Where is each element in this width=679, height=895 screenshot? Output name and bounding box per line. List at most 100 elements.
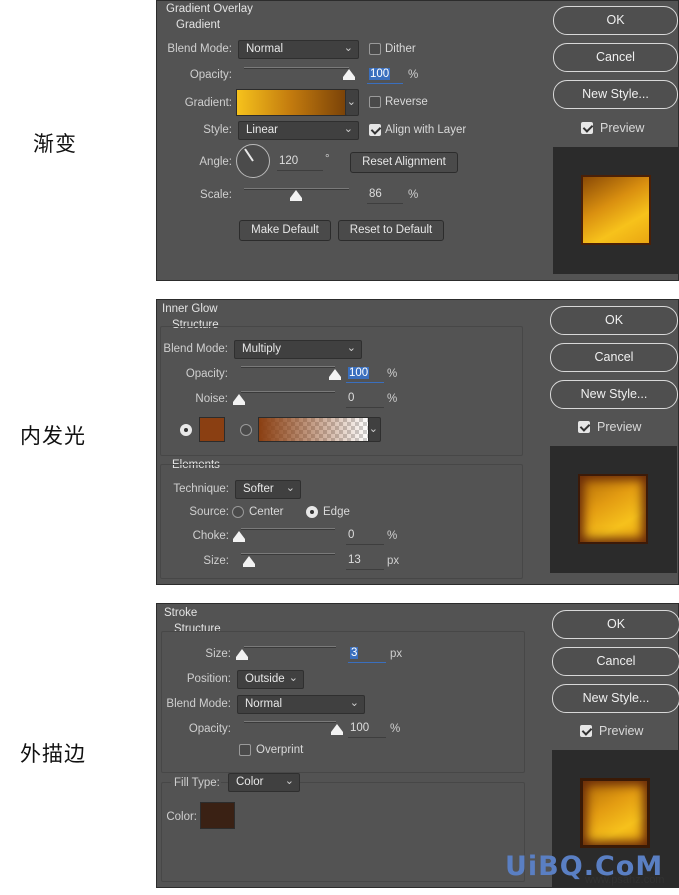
preview-checkbox[interactable] <box>578 421 590 433</box>
fill-type-select[interactable]: Color ⌄ <box>228 773 300 792</box>
technique-label: Technique: <box>173 483 229 495</box>
blend-mode-value: Multiply <box>242 343 281 355</box>
opacity-slider-track[interactable] <box>241 366 335 368</box>
panel-title: Gradient Overlay <box>166 3 253 15</box>
ok-button[interactable]: OK <box>550 306 678 335</box>
opacity-slider-track[interactable] <box>244 721 336 723</box>
glow-color-swatch[interactable] <box>199 417 225 442</box>
overprint-label: Overprint <box>256 744 304 756</box>
size-input[interactable]: 13 <box>346 552 384 570</box>
preview-checkbox[interactable] <box>580 725 592 737</box>
opacity-input[interactable]: 100 <box>367 66 403 84</box>
reset-alignment-button[interactable]: Reset Alignment <box>350 152 458 173</box>
angle-dial[interactable] <box>236 144 270 178</box>
noise-input[interactable]: 0 <box>346 390 384 408</box>
blend-mode-label: Blend Mode: <box>166 698 231 710</box>
chevron-down-icon: ⌄ <box>346 96 356 108</box>
edge-radio[interactable] <box>306 506 318 518</box>
opacity-slider-track[interactable] <box>244 67 349 69</box>
gradient-swatch[interactable] <box>236 89 347 116</box>
label-inner-glow-cn: 内发光 <box>20 424 86 448</box>
position-select[interactable]: Outside ⌄ <box>237 670 304 689</box>
cancel-button[interactable]: Cancel <box>550 343 678 372</box>
stroke-color-swatch[interactable] <box>200 802 235 829</box>
opacity-input[interactable]: 100 <box>346 365 384 383</box>
choke-slider-track[interactable] <box>241 528 335 530</box>
ok-button[interactable]: OK <box>553 6 678 35</box>
chevron-down-icon: ⌄ <box>288 672 298 684</box>
make-default-button[interactable]: Make Default <box>239 220 331 241</box>
ok-button[interactable]: OK <box>552 610 679 639</box>
gradient-dropdown[interactable]: ⌄ <box>345 89 359 116</box>
panel-title: Stroke <box>164 607 198 619</box>
choke-unit: % <box>387 530 398 542</box>
style-value: Linear <box>246 124 278 136</box>
align-layer-label: Align with Layer <box>385 124 467 136</box>
preview-square <box>578 474 648 544</box>
group-title: Gradient <box>176 19 221 31</box>
watermark-url: www.psahz.com <box>585 874 665 886</box>
new-style-button[interactable]: New Style... <box>550 380 678 409</box>
position-value: Outside <box>245 673 285 685</box>
dither-checkbox[interactable] <box>369 43 381 55</box>
blend-mode-select[interactable]: Multiply ⌄ <box>234 340 362 359</box>
preview-checkbox[interactable] <box>581 122 593 134</box>
technique-value: Softer <box>243 483 274 495</box>
color-radio[interactable] <box>180 424 192 436</box>
choke-input[interactable]: 0 <box>346 527 384 545</box>
size-slider-track[interactable] <box>241 553 335 555</box>
size-input[interactable]: 3 <box>348 645 386 663</box>
noise-slider-thumb[interactable] <box>233 394 245 405</box>
new-style-button[interactable]: New Style... <box>552 684 679 713</box>
style-preview <box>550 446 677 573</box>
position-label: Position: <box>186 673 231 685</box>
fill-type-box <box>161 782 525 882</box>
choke-slider-thumb[interactable] <box>233 531 245 542</box>
blend-mode-select[interactable]: Normal ⌄ <box>238 40 359 59</box>
new-style-button[interactable]: New Style... <box>553 80 678 109</box>
opacity-slider-thumb[interactable] <box>331 724 343 735</box>
center-radio[interactable] <box>232 506 244 518</box>
gradient-label: Gradient: <box>184 97 232 109</box>
glow-gradient-swatch[interactable] <box>258 417 369 442</box>
noise-label: Noise: <box>195 393 228 405</box>
blend-mode-select[interactable]: Normal ⌄ <box>237 695 365 714</box>
align-layer-checkbox[interactable] <box>369 124 381 136</box>
opacity-slider-thumb[interactable] <box>343 69 355 80</box>
cancel-button[interactable]: Cancel <box>552 647 679 676</box>
reset-default-button[interactable]: Reset to Default <box>338 220 444 241</box>
opacity-label: Opacity: <box>185 368 228 380</box>
opacity-slider-thumb[interactable] <box>329 369 341 380</box>
size-slider-thumb[interactable] <box>236 649 248 660</box>
style-select[interactable]: Linear ⌄ <box>238 121 359 140</box>
opacity-unit: % <box>408 69 419 81</box>
angle-input[interactable]: 120 <box>277 153 323 171</box>
technique-select[interactable]: Softer ⌄ <box>235 480 301 499</box>
reverse-checkbox[interactable] <box>369 96 381 108</box>
chevron-down-icon: ⌄ <box>284 775 294 787</box>
size-label: Size: <box>203 555 229 567</box>
scale-input[interactable]: 86 <box>367 186 403 204</box>
opacity-unit: % <box>387 368 398 380</box>
label-stroke-cn: 外描边 <box>20 742 86 766</box>
chevron-down-icon: ⌄ <box>368 423 378 435</box>
glow-gradient-dropdown[interactable]: ⌄ <box>368 417 381 442</box>
scale-slider-thumb[interactable] <box>290 190 302 201</box>
chevron-down-icon: ⌄ <box>343 42 353 54</box>
fill-type-label: Fill Type: <box>171 777 221 789</box>
chevron-down-icon: ⌄ <box>285 482 295 494</box>
gradient-radio[interactable] <box>240 424 252 436</box>
blend-mode-label: Blend Mode: <box>167 43 232 55</box>
color-label: Color: <box>166 811 197 823</box>
size-slider-thumb[interactable] <box>243 556 255 567</box>
chevron-down-icon: ⌄ <box>346 342 356 354</box>
opacity-input[interactable]: 100 <box>348 720 386 738</box>
noise-slider-track[interactable] <box>241 391 335 393</box>
chevron-down-icon: ⌄ <box>349 697 359 709</box>
size-slider-track[interactable] <box>244 646 336 648</box>
preview-label: Preview <box>600 121 645 135</box>
cancel-button[interactable]: Cancel <box>553 43 678 72</box>
blend-mode-value: Normal <box>245 698 283 710</box>
opacity-unit: % <box>390 723 401 735</box>
overprint-checkbox[interactable] <box>239 744 251 756</box>
